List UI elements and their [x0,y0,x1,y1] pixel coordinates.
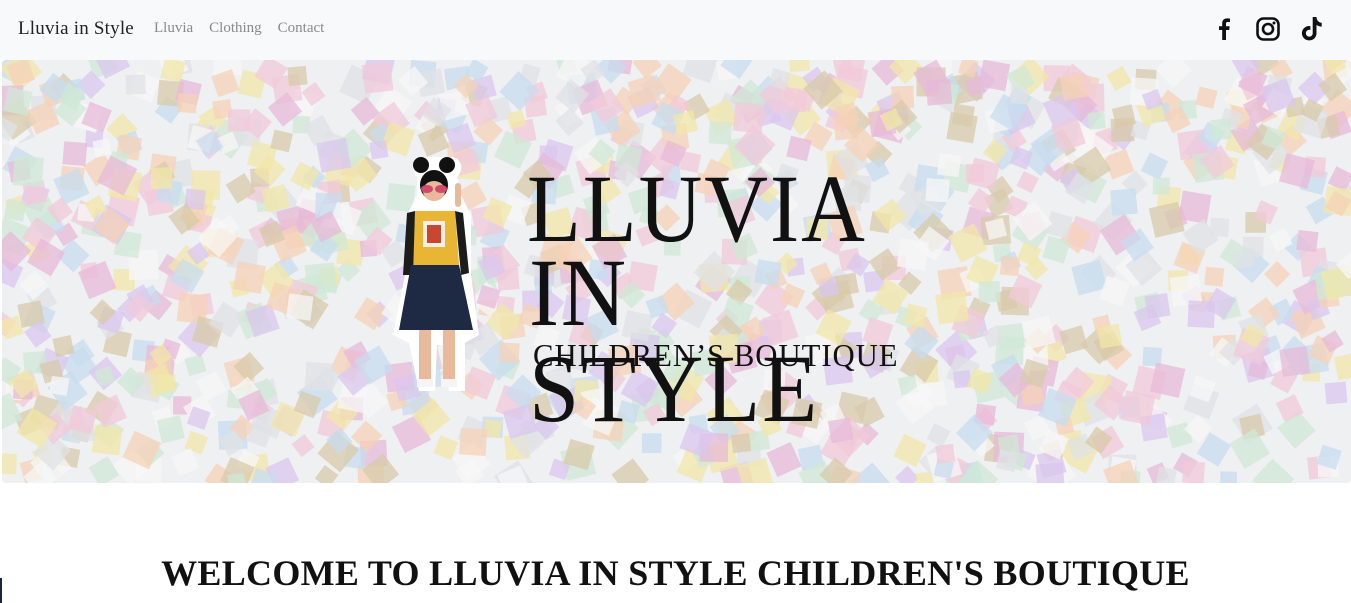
confetti-piece [1140,152,1169,180]
confetti-piece [91,424,123,456]
confetti-piece [3,86,33,116]
confetti-piece [2,453,17,475]
confetti-piece [1182,461,1206,483]
confetti-piece [1016,170,1039,194]
confetti-piece [1204,266,1225,287]
social-links [1211,16,1325,42]
confetti-piece [52,335,75,358]
confetti-piece [1220,471,1238,483]
confetti-piece [1324,381,1348,405]
facebook-icon[interactable] [1211,16,1237,42]
confetti-piece [1144,293,1171,319]
confetti-piece [177,93,198,114]
confetti-piece [611,458,650,483]
confetti-piece [361,62,394,94]
brand-logo: LLUVIA IN STYLE CHILDREN’S BOUTIQUE [387,155,957,455]
confetti-piece [1333,352,1351,381]
girl-illustration [393,157,479,391]
confetti-piece [632,60,662,79]
confetti-piece [1059,72,1088,101]
confetti-piece [788,60,810,73]
navbar: Lluvia in Style Lluvia Clothing Contact [0,0,1351,60]
confetti-piece [1279,346,1311,377]
confetti-piece [1296,229,1319,253]
confetti-piece [286,293,314,321]
confetti-piece [895,465,920,483]
confetti-piece [732,101,765,134]
confetti-piece [12,155,44,187]
instagram-icon[interactable] [1255,16,1281,42]
confetti-piece [1231,247,1255,270]
confetti-piece [227,109,251,132]
confetti-piece [965,163,985,183]
confetti-piece [1110,188,1138,216]
confetti-piece [1155,466,1177,483]
confetti-piece [184,354,207,377]
confetti-piece [171,448,200,477]
confetti-piece [316,137,352,173]
confetti-piece [1120,390,1156,426]
confetti-piece [1097,323,1123,349]
confetti-piece [1209,118,1232,141]
confetti-piece [304,361,334,392]
confetti-piece [88,456,120,483]
confetti-piece [1152,177,1170,195]
confetti-piece [232,261,266,294]
nav-link-contact[interactable]: Contact [278,20,325,37]
confetti-piece [1106,65,1132,92]
confetti-piece [978,280,1001,303]
page-edge-divider [0,578,2,603]
confetti-piece [925,79,953,106]
confetti-piece [1252,458,1295,483]
tiktok-icon[interactable] [1299,16,1325,42]
confetti-piece [1178,190,1212,224]
hero-banner: LLUVIA IN STYLE CHILDREN’S BOUTIQUE [2,60,1351,483]
nav-link-lluvia[interactable]: Lluvia [154,20,193,37]
brand-link[interactable]: Lluvia in Style [18,18,134,40]
confetti-piece [1155,60,1192,88]
confetti-piece [125,74,146,95]
confetti-piece [1059,325,1089,355]
welcome-heading: WELCOME TO LLUVIA IN STYLE CHILDREN'S BO… [161,553,1190,593]
confetti-piece [1010,86,1028,105]
confetti-piece [1195,86,1218,109]
confetti-piece [287,65,308,87]
confetti-piece [1149,362,1186,398]
nav-links: Lluvia Clothing Contact [154,20,324,37]
confetti-piece [150,167,173,190]
confetti-piece [49,375,70,396]
logo-subtitle: CHILDREN’S BOUTIQUE [533,337,899,373]
confetti-piece [62,141,88,167]
confetti-piece [946,111,978,144]
confetti-piece [92,137,113,158]
confetti-piece [1087,111,1106,130]
confetti-piece [369,140,389,160]
nav-link-clothing[interactable]: Clothing [209,20,262,37]
confetti-piece [1035,462,1065,483]
confetti-piece [291,434,315,458]
confetti-piece [3,198,27,222]
